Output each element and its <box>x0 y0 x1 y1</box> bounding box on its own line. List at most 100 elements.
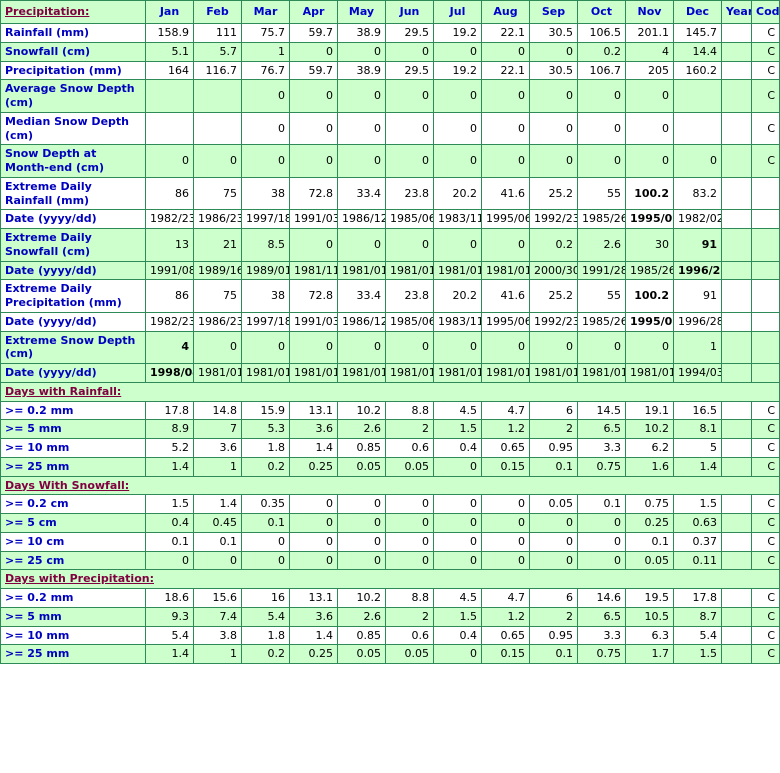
cell-feb: 0 <box>193 550 242 571</box>
cell-jun: 0.05 <box>385 644 434 664</box>
cell-sep: 0.05 <box>529 494 578 514</box>
cell-year <box>721 311 752 332</box>
cell-sep: 0.1 <box>529 644 578 664</box>
cell-dec: 1996/28 <box>673 260 722 281</box>
threshold-row-label: >= 5 cm <box>0 513 146 533</box>
cell-feb: 116.7 <box>193 60 242 81</box>
cell-apr: 0 <box>289 228 338 262</box>
cell-jan: 8.9 <box>145 419 194 439</box>
cell-jun: 0 <box>385 330 434 364</box>
cell-jul: 0 <box>433 79 482 113</box>
cell-year <box>721 588 752 608</box>
cell-jan: 0.4 <box>145 513 194 533</box>
cell-nov: 100.2 <box>625 176 674 211</box>
cell-jan <box>145 79 194 113</box>
cell-may: 0.85 <box>337 625 386 646</box>
cell-may: 0.05 <box>337 644 386 664</box>
cell-jan: 13 <box>145 228 194 262</box>
cell-may: 10.2 <box>337 400 386 421</box>
cell-may: 2.6 <box>337 419 386 439</box>
cell-code: C <box>751 79 780 113</box>
table-header: Precipitation: Jan Feb Mar Apr May Jun Jul Aug S… <box>0 0 780 24</box>
cell-nov: 0 <box>625 144 674 178</box>
row-label: Extreme Daily Snowfall (cm) <box>0 228 146 262</box>
cell-jan: 158.9 <box>145 23 194 43</box>
cell-dec: 1994/03 <box>673 363 722 383</box>
column-header-sep: Sep <box>529 0 578 24</box>
cell-code: C <box>751 606 780 627</box>
cell-jul: 1981/01+ <box>433 260 482 281</box>
cell-sep: 0 <box>529 111 578 146</box>
cell-jan: 1991/08 <box>145 260 194 281</box>
column-header-jun: Jun <box>385 0 434 24</box>
cell-year <box>721 79 752 113</box>
cell-oct: 14.6 <box>577 588 626 608</box>
cell-jul: 4.5 <box>433 400 482 421</box>
cell-mar: 1 <box>241 41 290 62</box>
cell-oct: 1985/26 <box>577 311 626 332</box>
cell-oct: 0 <box>577 330 626 364</box>
cell-aug: 0 <box>481 79 530 113</box>
cell-may: 38.9 <box>337 60 386 81</box>
header-row: Precipitation: Jan Feb Mar Apr May Jun Jul Aug S… <box>0 0 780 24</box>
cell-dec: 17.8 <box>673 588 722 608</box>
cell-jan: 0 <box>145 550 194 571</box>
cell-sep: 0 <box>529 144 578 178</box>
row-label: Extreme Snow Depth (cm) <box>0 330 146 364</box>
cell-dec: 83.2 <box>673 176 722 211</box>
cell-nov: 10.5 <box>625 606 674 627</box>
cell-year <box>721 260 752 281</box>
precipitation-climate-table: Precipitation: Jan Feb Mar Apr May Jun Jul Aug S… <box>0 0 780 664</box>
section-title-row: Days with Precipitation: <box>0 569 780 589</box>
cell-oct: 0.1 <box>577 494 626 514</box>
cell-sep: 0.95 <box>529 438 578 458</box>
table-row: Snowfall (cm) 5.1 5.7 1 0 0 0 0 0 0 0.2 4 14.4 C <box>0 41 780 62</box>
cell-mar: 0 <box>241 550 290 571</box>
cell-dec: 1.5 <box>673 494 722 514</box>
cell-may: 0 <box>337 111 386 146</box>
cell-mar: 0 <box>241 144 290 178</box>
cell-jun: 2 <box>385 419 434 439</box>
section-title-row: Days With Snowfall: <box>0 475 780 496</box>
cell-code <box>751 330 780 364</box>
cell-code: C <box>751 494 780 514</box>
row-label: Average Snow Depth (cm) <box>0 79 146 113</box>
cell-aug: 4.7 <box>481 588 530 608</box>
cell-may: 0 <box>337 330 386 364</box>
cell-jun: 0 <box>385 531 434 552</box>
cell-sep: 2 <box>529 606 578 627</box>
cell-mar: 15.9 <box>241 400 290 421</box>
cell-aug: 0 <box>481 550 530 571</box>
cell-aug: 0 <box>481 531 530 552</box>
cell-jul: 0 <box>433 456 482 477</box>
cell-sep: 0 <box>529 513 578 533</box>
cell-dec: 91 <box>673 279 722 313</box>
cell-aug: 0 <box>481 41 530 62</box>
cell-sep: 2000/30 <box>529 260 578 281</box>
table-row: >= 5 cm 0.4 0.45 0.1 0 0 0 0 0 0 0 0.25 0.63 C <box>0 513 780 533</box>
threshold-row-label: >= 25 mm <box>0 456 146 477</box>
cell-jun: 8.8 <box>385 400 434 421</box>
cell-mar: 16 <box>241 588 290 608</box>
threshold-row-label: >= 5 mm <box>0 606 146 627</box>
cell-dec: 0 <box>673 144 722 178</box>
table-row: >= 5 mm 8.9 7 5.3 3.6 2.6 2 1.5 1.2 2 6.5 10.2 8.1 C <box>0 419 780 439</box>
cell-oct: 0 <box>577 513 626 533</box>
table-row: Extreme Daily Snowfall (cm) 13 21 8.5 0 0 0 0 0 0… <box>0 228 780 262</box>
cell-sep: 0 <box>529 79 578 113</box>
cell-sep: 0.95 <box>529 625 578 646</box>
cell-jan: 164 <box>145 60 194 81</box>
cell-jul: 0 <box>433 550 482 571</box>
cell-sep: 0 <box>529 41 578 62</box>
cell-apr: 0 <box>289 531 338 552</box>
cell-jun: 0 <box>385 550 434 571</box>
cell-feb: 111 <box>193 23 242 43</box>
cell-apr: 1991/03 <box>289 311 338 332</box>
cell-aug: 22.1 <box>481 60 530 81</box>
cell-feb: 5.7 <box>193 41 242 62</box>
cell-dec: 0.37 <box>673 531 722 552</box>
cell-sep: 6 <box>529 400 578 421</box>
table-row: Rainfall (mm) 158.9 111 75.7 59.7 38.9 29.5 19.… <box>0 23 780 43</box>
cell-mar: 0.2 <box>241 456 290 477</box>
cell-may: 0 <box>337 531 386 552</box>
